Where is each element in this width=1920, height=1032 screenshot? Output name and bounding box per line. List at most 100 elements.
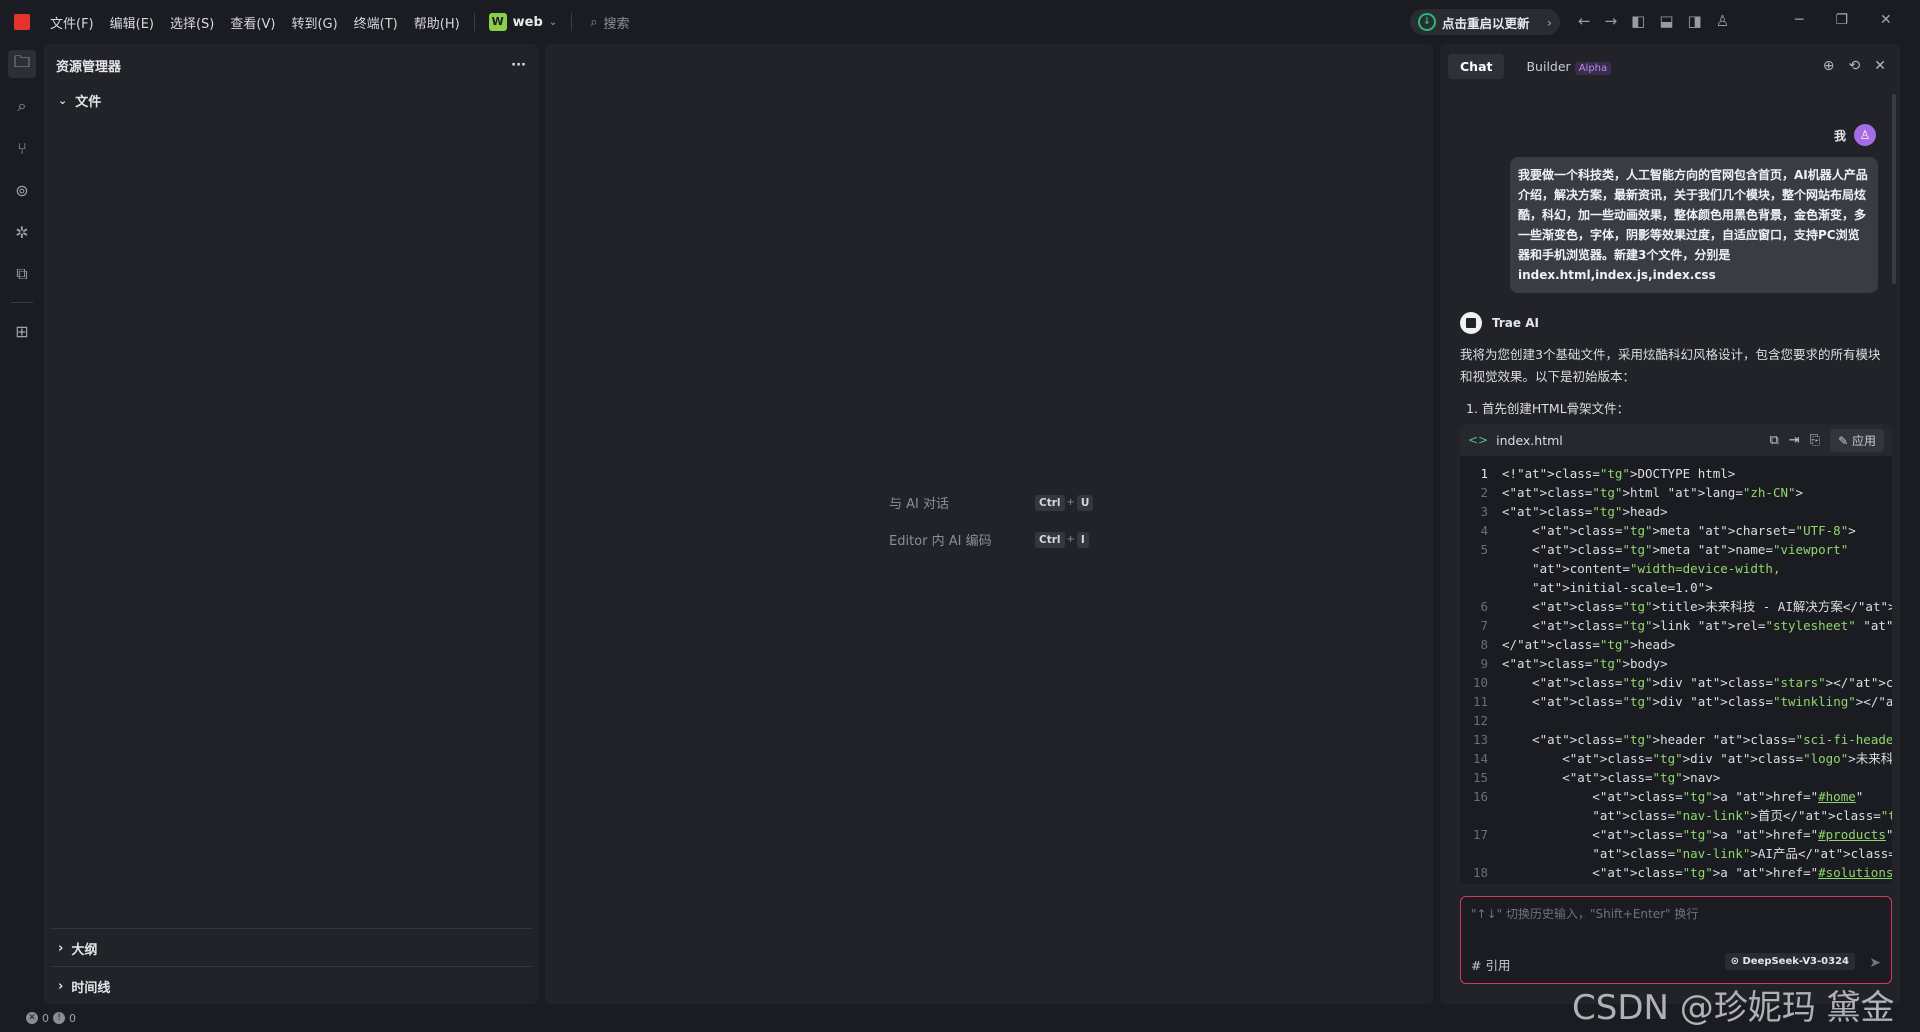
toggle-left-panel-icon[interactable]: ◧ (1631, 12, 1645, 30)
menu-bar: 文件(F) 编辑(E) 选择(S) 查看(V) 转到(G) 终端(T) 帮助(H… (50, 13, 460, 32)
menu-file[interactable]: 文件(F) (50, 13, 94, 32)
hint-chat: 与 AI 对话 Ctrl + U (889, 493, 1094, 512)
code-text: <"at">class="tg">div "at">class="logo">未… (1502, 751, 1892, 766)
menu-terminal[interactable]: 终端(T) (354, 13, 398, 32)
model-selector[interactable]: ⊙ DeepSeek-V3-0324 (1724, 953, 1855, 970)
line-number (1460, 806, 1502, 825)
new-chat-icon[interactable]: ⊕ (1823, 58, 1835, 74)
line-number: 2 (1480, 485, 1488, 500)
user-header: 我 ♙ (1834, 124, 1876, 146)
apply-label: 应用 (1851, 433, 1876, 448)
code-line: 16 <"at">class="tg">a "at">href="#home" (1460, 787, 1892, 806)
reference-button[interactable]: # 引用 (1471, 955, 1510, 974)
tab-chat[interactable]: Chat (1448, 54, 1505, 79)
apply-button[interactable]: ✎ 应用 (1830, 428, 1884, 452)
divider (11, 302, 33, 303)
hint-label: 与 AI 对话 (889, 497, 949, 512)
timeline-label: 时间线 (71, 981, 111, 996)
line-number: 13 (1472, 732, 1488, 747)
minimize-icon[interactable]: ─ (1795, 12, 1803, 28)
editor-area: 与 AI 对话 Ctrl + U Editor 内 AI 编码 Ctrl + I (545, 44, 1433, 1004)
code-text: <"at">class="tg">div "at">class="twinkli… (1502, 694, 1892, 709)
watermark: CSDN @珍妮玛 黛金 (1572, 988, 1895, 1028)
close-icon[interactable]: ✕ (1874, 58, 1886, 74)
code-header: <> index.html ⧉ ⇥ ⎘ ✎ 应用 (1460, 424, 1892, 456)
code-line: 13 <"at">class="tg">header "at">class="s… (1460, 730, 1892, 749)
code-text: <"at">class="tg">link "at">rel="styleshe… (1502, 618, 1892, 633)
explorer-icon[interactable]: 🗀 (8, 50, 36, 78)
toggle-bottom-panel-icon[interactable]: ⬓ (1659, 12, 1673, 30)
history-icon[interactable]: ⟲ (1849, 58, 1861, 74)
window-controls: ─ ❐ ✕ (1795, 12, 1892, 28)
explorer-header: 资源管理器 ··· (44, 44, 538, 75)
source-control-icon[interactable]: ⑂ (8, 134, 36, 162)
error-count[interactable]: 0 (42, 1012, 49, 1025)
menu-view[interactable]: 查看(V) (230, 13, 275, 32)
preview-icon[interactable]: ⧉ (8, 260, 36, 288)
menu-go[interactable]: 转到(G) (291, 13, 337, 32)
chat-input[interactable]: "↑↓" 切换历史输入，"Shift+Enter" 换行 # 引用 ⊙ Deep… (1460, 896, 1892, 984)
send-icon[interactable]: ➤ (1869, 955, 1881, 971)
code-text: "at">content="width=device-width, (1532, 561, 1781, 576)
code-block: <> index.html ⧉ ⇥ ⎘ ✎ 应用 1 <!"at">class="… (1460, 424, 1892, 884)
code-line: 8 </"at">class="tg">head> (1460, 635, 1892, 654)
folder-label: 文件 (75, 95, 102, 110)
warning-icon[interactable]: ! (53, 1012, 65, 1024)
close-window-icon[interactable]: ✕ (1880, 12, 1892, 28)
code-text: "at">initial-scale=1.0"> (1532, 580, 1713, 595)
divider (571, 13, 573, 31)
menu-help[interactable]: 帮助(H) (414, 13, 460, 32)
line-number: 6 (1480, 599, 1488, 614)
search-icon[interactable]: ⌕ (8, 92, 36, 120)
code-line: 4 <"at">class="tg">meta "at">charset="UT… (1460, 521, 1892, 540)
restart-update-button[interactable]: ↓ 点击重启以更新 › (1410, 9, 1560, 35)
line-number: 9 (1480, 656, 1488, 671)
line-number (1460, 844, 1502, 863)
search-box[interactable]: ⌕ 搜索 (590, 13, 629, 32)
more-actions-icon[interactable]: ··· (511, 58, 526, 73)
search-icon: ⌕ (590, 14, 598, 30)
model-name: DeepSeek-V3-0324 (1742, 956, 1849, 967)
hint-label: Editor 内 AI 编码 (889, 534, 992, 549)
code-text: <"at">class="tg">a "at">href="#home" (1502, 789, 1864, 804)
outline-section[interactable]: › 大纲 (50, 928, 532, 968)
explorer-panel: 资源管理器 ··· ⌄ 文件 › 大纲 › 时间线 (44, 44, 538, 1004)
line-number: 16 (1472, 789, 1488, 804)
search-placeholder: 搜索 (603, 16, 630, 32)
code-line: 15 <"at">class="tg">nav> (1460, 768, 1892, 787)
line-number: 3 (1480, 504, 1488, 519)
remote-icon[interactable]: ⊚ (8, 176, 36, 204)
chevron-right-icon: › (58, 941, 64, 956)
project-switcher[interactable]: W web ⌄ (488, 13, 557, 31)
new-file-icon[interactable]: ⎘ (1810, 433, 1820, 448)
menu-edit[interactable]: 编辑(E) (110, 13, 154, 32)
chat-scrollbar[interactable] (1892, 94, 1896, 284)
error-icon[interactable]: ✕ (26, 1012, 38, 1024)
debug-icon[interactable]: ✲ (8, 218, 36, 246)
project-name: web (512, 14, 543, 30)
forward-icon[interactable]: → (1605, 12, 1618, 30)
extensions-icon[interactable]: ⊞ (8, 317, 36, 345)
line-number: 10 (1472, 675, 1488, 690)
timeline-section[interactable]: › 时间线 (50, 966, 532, 1006)
chevron-down-icon: ⌄ (58, 94, 68, 107)
code-text: "at">class="nav-link">AI产品</"at">class="… (1592, 846, 1892, 861)
key-u: U (1076, 494, 1094, 511)
back-icon[interactable]: ← (1578, 12, 1591, 30)
update-label: 点击重启以更新 (1442, 15, 1530, 31)
code-line: "at">class="nav-link">首页</"at">class="tg… (1460, 806, 1892, 825)
line-number: 14 (1472, 751, 1488, 766)
project-badge: W (488, 13, 507, 31)
toggle-right-panel-icon[interactable]: ◨ (1688, 12, 1702, 30)
warning-count[interactable]: 0 (69, 1012, 76, 1025)
insert-icon[interactable]: ⇥ (1789, 433, 1800, 448)
line-number: 18 (1472, 865, 1488, 880)
copy-icon[interactable]: ⧉ (1769, 433, 1778, 448)
menu-selection[interactable]: 选择(S) (170, 13, 214, 32)
folder-row[interactable]: ⌄ 文件 (44, 75, 538, 110)
account-icon[interactable]: ♙ (1716, 12, 1729, 30)
ai-step: 1. 首先创建HTML骨架文件： (1466, 401, 1630, 416)
tab-builder[interactable]: Builder Alpha (1514, 54, 1623, 79)
explorer-title: 资源管理器 (56, 60, 122, 75)
restore-icon[interactable]: ❐ (1835, 12, 1848, 28)
